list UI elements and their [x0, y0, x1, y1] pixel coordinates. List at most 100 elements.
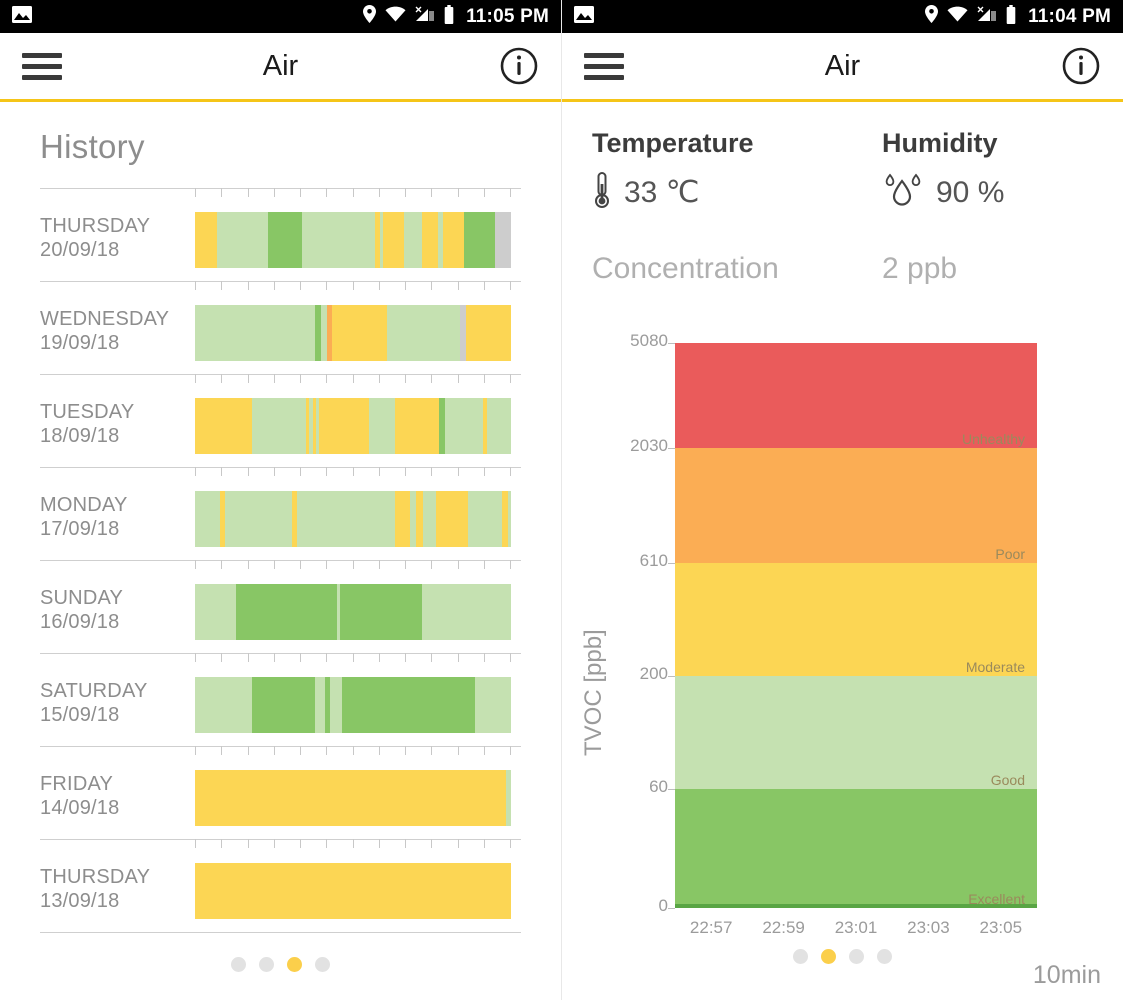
history-row[interactable]: MONDAY 17/09/18 [40, 467, 521, 560]
x-axis-tick: 22:57 [689, 918, 733, 937]
band-label: Poor [995, 546, 1025, 563]
image-icon [574, 5, 594, 28]
pagination-dot[interactable] [849, 949, 864, 964]
y-axis-tick-mark [668, 789, 675, 791]
x-axis-tick: 23:03 [907, 918, 950, 937]
history-list[interactable]: THURSDAY 20/09/18 WEDNESDAY 19/09/18 TUESDAY… [0, 188, 561, 933]
y-axis-tick-mark [668, 563, 675, 565]
page-title: Air [824, 49, 861, 82]
history-row[interactable]: SATURDAY 15/09/18 [40, 653, 521, 746]
history-row-label: THURSDAY 20/09/18 [40, 215, 151, 261]
history-quality-bar[interactable] [195, 863, 511, 919]
right-panel: 11:04 PM Air Temperature Humidity 33 ℃ 9… [562, 0, 1123, 1000]
quality-segment-good [474, 677, 511, 733]
interval-label: 10min [1032, 961, 1101, 989]
humidity-label: Humidity [882, 128, 998, 158]
info-icon[interactable] [1061, 46, 1101, 86]
history-row-label: SUNDAY 16/09/18 [40, 587, 124, 633]
pagination-dot[interactable] [259, 957, 274, 972]
pagination-dot[interactable] [793, 949, 808, 964]
info-icon[interactable] [499, 46, 539, 86]
quality-segment-moderate [466, 305, 511, 361]
history-quality-bar[interactable] [195, 398, 511, 454]
chart-band-excellent: Excellent [675, 789, 1037, 908]
band-label: Good [990, 772, 1025, 789]
status-time-right: 11:04 PM [1028, 5, 1111, 27]
x-axis-tick: 23:05 [979, 918, 1023, 937]
history-row-label: MONDAY 17/09/18 [40, 494, 128, 540]
history-quality-bar[interactable] [195, 584, 511, 640]
y-axis-tick-mark [668, 447, 675, 449]
quality-segment-good [369, 398, 395, 454]
hamburger-icon[interactable] [584, 52, 624, 80]
quality-segment-excellent [251, 677, 316, 733]
history-row[interactable]: SUNDAY 16/09/18 [40, 560, 521, 653]
temperature-label: Temperature [592, 128, 754, 158]
quality-segment-good [329, 677, 343, 733]
quality-segment-good [507, 491, 511, 547]
y-axis-label: TVOC [ppb] [580, 629, 607, 756]
history-quality-bar[interactable] [195, 677, 511, 733]
quality-segment-good [296, 491, 395, 547]
history-row[interactable]: WEDNESDAY 19/09/18 [40, 281, 521, 374]
history-heading: History [40, 128, 145, 165]
history-row[interactable]: THURSDAY 13/09/18 [40, 839, 521, 932]
history-row-label: WEDNESDAY 19/09/18 [40, 308, 170, 354]
concentration-label: Concentration [592, 252, 779, 285]
y-axis-tick: 200 [639, 664, 668, 684]
pagination-dot[interactable] [877, 949, 892, 964]
chart-band-good: Good [675, 676, 1037, 790]
quality-segment-good [195, 491, 221, 547]
quality-segment-moderate [195, 770, 507, 826]
x-axis-tick: 23:01 [834, 918, 878, 937]
quality-segment-good [217, 212, 268, 268]
quality-segment-moderate [318, 398, 370, 454]
quality-segment-good [506, 770, 511, 826]
axis-ticks [195, 839, 511, 848]
axis-ticks [195, 281, 511, 290]
row-divider [40, 932, 521, 933]
quality-segment-good [387, 305, 460, 361]
pagination-dot[interactable] [315, 957, 330, 972]
pagination-left[interactable] [0, 957, 561, 972]
history-quality-bar[interactable] [195, 770, 511, 826]
y-axis-tick: 2030 [630, 435, 668, 455]
pagination-dot[interactable] [821, 949, 836, 964]
concentration-value: 2 ppb [882, 252, 958, 285]
pagination-dot[interactable] [231, 957, 246, 972]
axis-ticks [195, 746, 511, 755]
hamburger-icon[interactable] [22, 52, 62, 80]
location-icon [363, 5, 377, 28]
quality-segment-excellent [267, 212, 303, 268]
quality-segment-good [195, 305, 316, 361]
pagination-dot[interactable] [287, 957, 302, 972]
history-quality-bar[interactable] [195, 305, 511, 361]
status-time-left: 11:05 PM [466, 5, 549, 27]
quality-segment-good [486, 398, 511, 454]
quality-segment-moderate [436, 491, 468, 547]
quality-segment-excellent [463, 212, 496, 268]
droplet-icon [882, 173, 924, 212]
quality-segment-nodata [495, 212, 511, 268]
history-row-label: THURSDAY 13/09/18 [40, 866, 151, 912]
status-bar-right: 11:04 PM [562, 0, 1123, 33]
thermometer-icon [592, 171, 612, 214]
chart-band-moderate: Moderate [675, 563, 1037, 677]
quality-segment-moderate [383, 212, 404, 268]
axis-ticks [195, 467, 511, 476]
signal-icon [977, 6, 997, 27]
y-axis-tick-mark [668, 676, 675, 678]
chart-plot-area[interactable]: Unhealthy Poor Moderate Good Excellent 5080 20… [630, 331, 1037, 915]
humidity-value: 90 % [936, 175, 1005, 209]
quality-segment-moderate [195, 398, 252, 454]
battery-icon [1006, 4, 1016, 29]
history-row[interactable]: TUESDAY 18/09/18 [40, 374, 521, 467]
tvoc-chart[interactable]: TVOC [ppb] Unhealthy Poor Moderate Good Exce… [562, 326, 1123, 937]
history-row[interactable]: THURSDAY 20/09/18 [40, 188, 521, 281]
y-axis-tick: 60 [649, 777, 668, 797]
history-quality-bar[interactable] [195, 212, 511, 268]
history-row[interactable]: FRIDAY 14/09/18 [40, 746, 521, 839]
quality-segment-moderate [331, 305, 388, 361]
axis-ticks [195, 653, 511, 662]
history-quality-bar[interactable] [195, 491, 511, 547]
